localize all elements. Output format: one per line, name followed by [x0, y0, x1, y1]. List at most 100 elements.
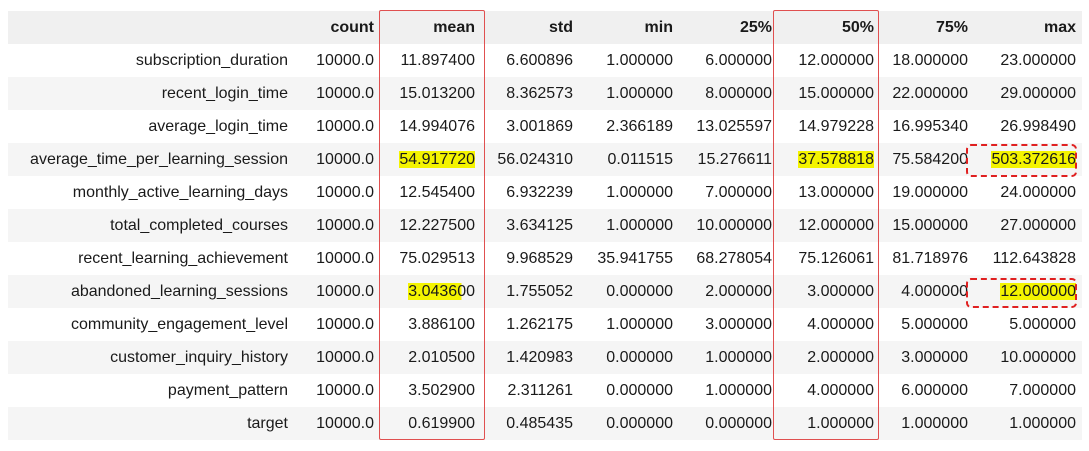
cell-p75: 6.000000: [884, 382, 974, 400]
row-label: total_completed_courses: [110, 216, 288, 234]
cell-min: 1.000000: [579, 184, 679, 202]
cell-value: 3.502900: [408, 381, 475, 399]
cell-value: 1.000000: [705, 381, 772, 399]
cell-count: 10000.0: [294, 283, 380, 301]
col-header-std: std: [549, 18, 573, 36]
cell-count: 10000.0: [294, 184, 380, 202]
cell-value: 10000.0: [316, 150, 374, 168]
cell-mean: 14.994076: [380, 118, 481, 136]
cell-value: 3.001869: [506, 117, 573, 135]
cell-count: 10000.0: [294, 52, 380, 70]
cell-value: 37.578818: [798, 150, 874, 168]
cell-value: 7.000000: [1009, 381, 1076, 399]
cell-min: 1.000000: [579, 85, 679, 103]
cell-value: 10000.0: [316, 183, 374, 201]
cell-value: 10000.0: [316, 315, 374, 333]
cell-count: 10000.0: [294, 349, 380, 367]
cell-std: 3.634125: [481, 217, 579, 235]
cell-value: 0.000000: [606, 381, 673, 399]
cell-value: 10000.0: [316, 51, 374, 69]
cell-count: 10000.0: [294, 85, 380, 103]
cell-value: 81.718976: [892, 249, 968, 267]
row-label: recent_login_time: [161, 84, 288, 102]
cell-min: 1.000000: [579, 52, 679, 70]
col-header-min: min: [644, 18, 673, 36]
cell-std: 9.968529: [481, 250, 579, 268]
cell-p25: 68.278054: [679, 250, 778, 268]
cell-mean: 11.897400: [380, 52, 481, 70]
cell-min: 35.941755: [579, 250, 679, 268]
cell-max: 24.000000: [974, 184, 1082, 202]
cell-count: 10000.0: [294, 250, 380, 268]
cell-value: 1.000000: [606, 183, 673, 201]
cell-p25: 1.000000: [679, 382, 778, 400]
cell-value: 24.000000: [1000, 183, 1076, 201]
cell-min: 0.000000: [579, 283, 679, 301]
col-header-50: 50%: [841, 18, 874, 36]
cell-p25: 10.000000: [679, 217, 778, 235]
cell-std: 6.600896: [481, 52, 579, 70]
cell-value: 0.000000: [606, 348, 673, 366]
cell-p75: 18.000000: [884, 52, 974, 70]
cell-p50: 1.000000: [778, 415, 884, 433]
cell-value: 1.755052: [506, 282, 573, 300]
cell-mean: 3.043600: [380, 282, 481, 301]
cell-p50: 75.126061: [778, 250, 884, 268]
cell-value: 13.025597: [696, 117, 772, 135]
cell-value: 3.043600: [408, 282, 475, 300]
cell-value: 10000.0: [316, 348, 374, 366]
cell-value: 12.545400: [399, 183, 475, 201]
cell-max: 29.000000: [974, 85, 1082, 103]
table-row: subscription_duration 10000.0 11.897400 6.6…: [8, 44, 1082, 77]
cell-p25: 7.000000: [679, 184, 778, 202]
table-row: monthly_active_learning_days 10000.0 12.54…: [8, 176, 1082, 209]
cell-value: 6.000000: [705, 51, 772, 69]
cell-value: 2.366189: [606, 117, 673, 135]
cell-value: 10000.0: [316, 84, 374, 102]
cell-value: 1.000000: [901, 414, 968, 432]
cell-value: 15.000000: [798, 84, 874, 102]
cell-min: 2.366189: [579, 118, 679, 136]
cell-value: 23.000000: [1000, 51, 1076, 69]
cell-value: 1.000000: [1009, 414, 1076, 432]
cell-max: 7.000000: [974, 382, 1082, 400]
cell-value: 3.000000: [705, 315, 772, 333]
cell-value: 0.000000: [705, 414, 772, 432]
cell-p25: 15.276611: [679, 151, 778, 169]
cell-mean: 12.545400: [380, 184, 481, 202]
cell-p25: 0.000000: [679, 415, 778, 433]
cell-value: 13.000000: [798, 183, 874, 201]
cell-p75: 22.000000: [884, 85, 974, 103]
cell-std: 1.262175: [481, 316, 579, 334]
cell-std: 1.420983: [481, 349, 579, 367]
cell-value: 6.600896: [506, 51, 573, 69]
cell-value: 54.917720: [399, 150, 475, 168]
cell-value: 12.000000: [1000, 282, 1076, 300]
cell-p75: 16.995340: [884, 118, 974, 136]
row-label: average_login_time: [148, 117, 288, 135]
cell-p75: 3.000000: [884, 349, 974, 367]
cell-value: 15.000000: [892, 216, 968, 234]
cell-std: 3.001869: [481, 118, 579, 136]
cell-value: 112.643828: [992, 249, 1076, 267]
cell-value: 1.420983: [506, 348, 573, 366]
cell-mean: 0.619900: [380, 415, 481, 433]
cell-p75: 5.000000: [884, 316, 974, 334]
cell-value: 0.000000: [606, 282, 673, 300]
table-row: average_login_time 10000.0 14.994076 3.0018…: [8, 110, 1082, 143]
cell-mean: 15.013200: [380, 85, 481, 103]
table-row: abandoned_learning_sessions 10000.0 3.0436…: [8, 275, 1082, 308]
cell-std: 0.485435: [481, 415, 579, 433]
cell-value: 6.000000: [901, 381, 968, 399]
cell-value: 16.995340: [892, 117, 968, 135]
cell-min: 0.000000: [579, 382, 679, 400]
cell-std: 6.932239: [481, 184, 579, 202]
col-header-max: max: [1043, 18, 1076, 36]
cell-value: 11.897400: [400, 51, 475, 69]
table-row: recent_login_time 10000.0 15.013200 8.36257…: [8, 77, 1082, 110]
cell-value: 6.932239: [506, 183, 573, 201]
cell-value: 18.000000: [892, 51, 968, 69]
cell-p50: 4.000000: [778, 382, 884, 400]
table-row: average_time_per_learning_session 10000.0…: [8, 143, 1082, 176]
cell-value: 1.000000: [606, 84, 673, 102]
